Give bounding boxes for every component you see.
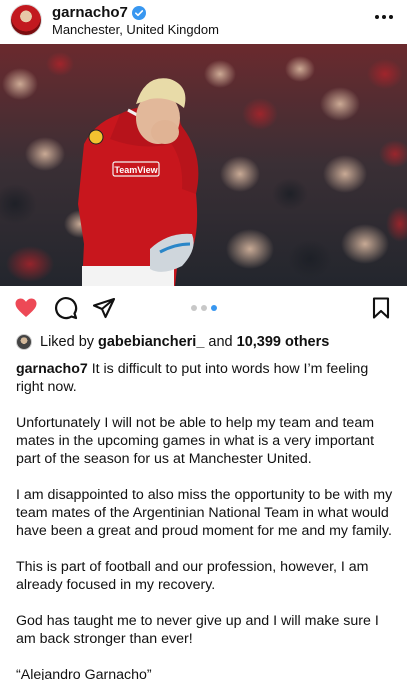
caption-first-paragraph: garnacho7 It is difficult to put into wo… xyxy=(16,360,396,396)
likes-prefix: Liked by xyxy=(40,334,95,350)
caption-paragraph: Unfortunately I will not be able to help… xyxy=(16,415,375,467)
likes-others-count[interactable]: 10,399 others xyxy=(237,334,330,350)
more-options-icon[interactable] xyxy=(375,10,393,24)
likes-row[interactable]: Liked by gabebiancheri_ and 10,399 other… xyxy=(16,333,329,351)
carousel-dot xyxy=(190,305,197,311)
profile-avatar[interactable] xyxy=(10,4,42,36)
caption-username[interactable]: garnacho7 xyxy=(16,361,88,377)
likes-middle: and xyxy=(204,334,237,350)
post-caption: garnacho7 It is difficult to put into wo… xyxy=(16,360,396,680)
like-heart-icon[interactable] xyxy=(14,296,38,320)
carousel-dot xyxy=(200,305,207,311)
post-photo[interactable]: TeamView xyxy=(0,44,407,286)
action-bar xyxy=(0,290,407,326)
save-bookmark-icon[interactable] xyxy=(369,296,393,320)
carousel-indicator xyxy=(190,305,217,311)
username-row[interactable]: garnacho7 xyxy=(52,4,146,21)
caption-paragraph: This is part of football and our profess… xyxy=(16,559,369,593)
caption-paragraph: I am disappointed to also miss the oppor… xyxy=(16,487,393,539)
share-send-icon[interactable] xyxy=(92,296,116,320)
post-header: garnacho7 Manchester, United Kingdom xyxy=(0,0,407,44)
comment-icon[interactable] xyxy=(54,296,78,320)
caption-signature: “Alejandro Garnacho” xyxy=(16,667,152,680)
liker-username[interactable]: gabebiancheri_ xyxy=(98,334,204,350)
player-photo-illustration: TeamView xyxy=(0,44,407,286)
location-label[interactable]: Manchester, United Kingdom xyxy=(52,22,219,37)
verified-badge-icon xyxy=(131,5,146,20)
jersey-sponsor-text: TeamView xyxy=(114,165,158,175)
carousel-dot-active xyxy=(210,305,217,311)
liker-avatar xyxy=(16,334,32,350)
caption-paragraph: God has taught me to never give up and I… xyxy=(16,613,379,647)
username[interactable]: garnacho7 xyxy=(52,4,128,21)
